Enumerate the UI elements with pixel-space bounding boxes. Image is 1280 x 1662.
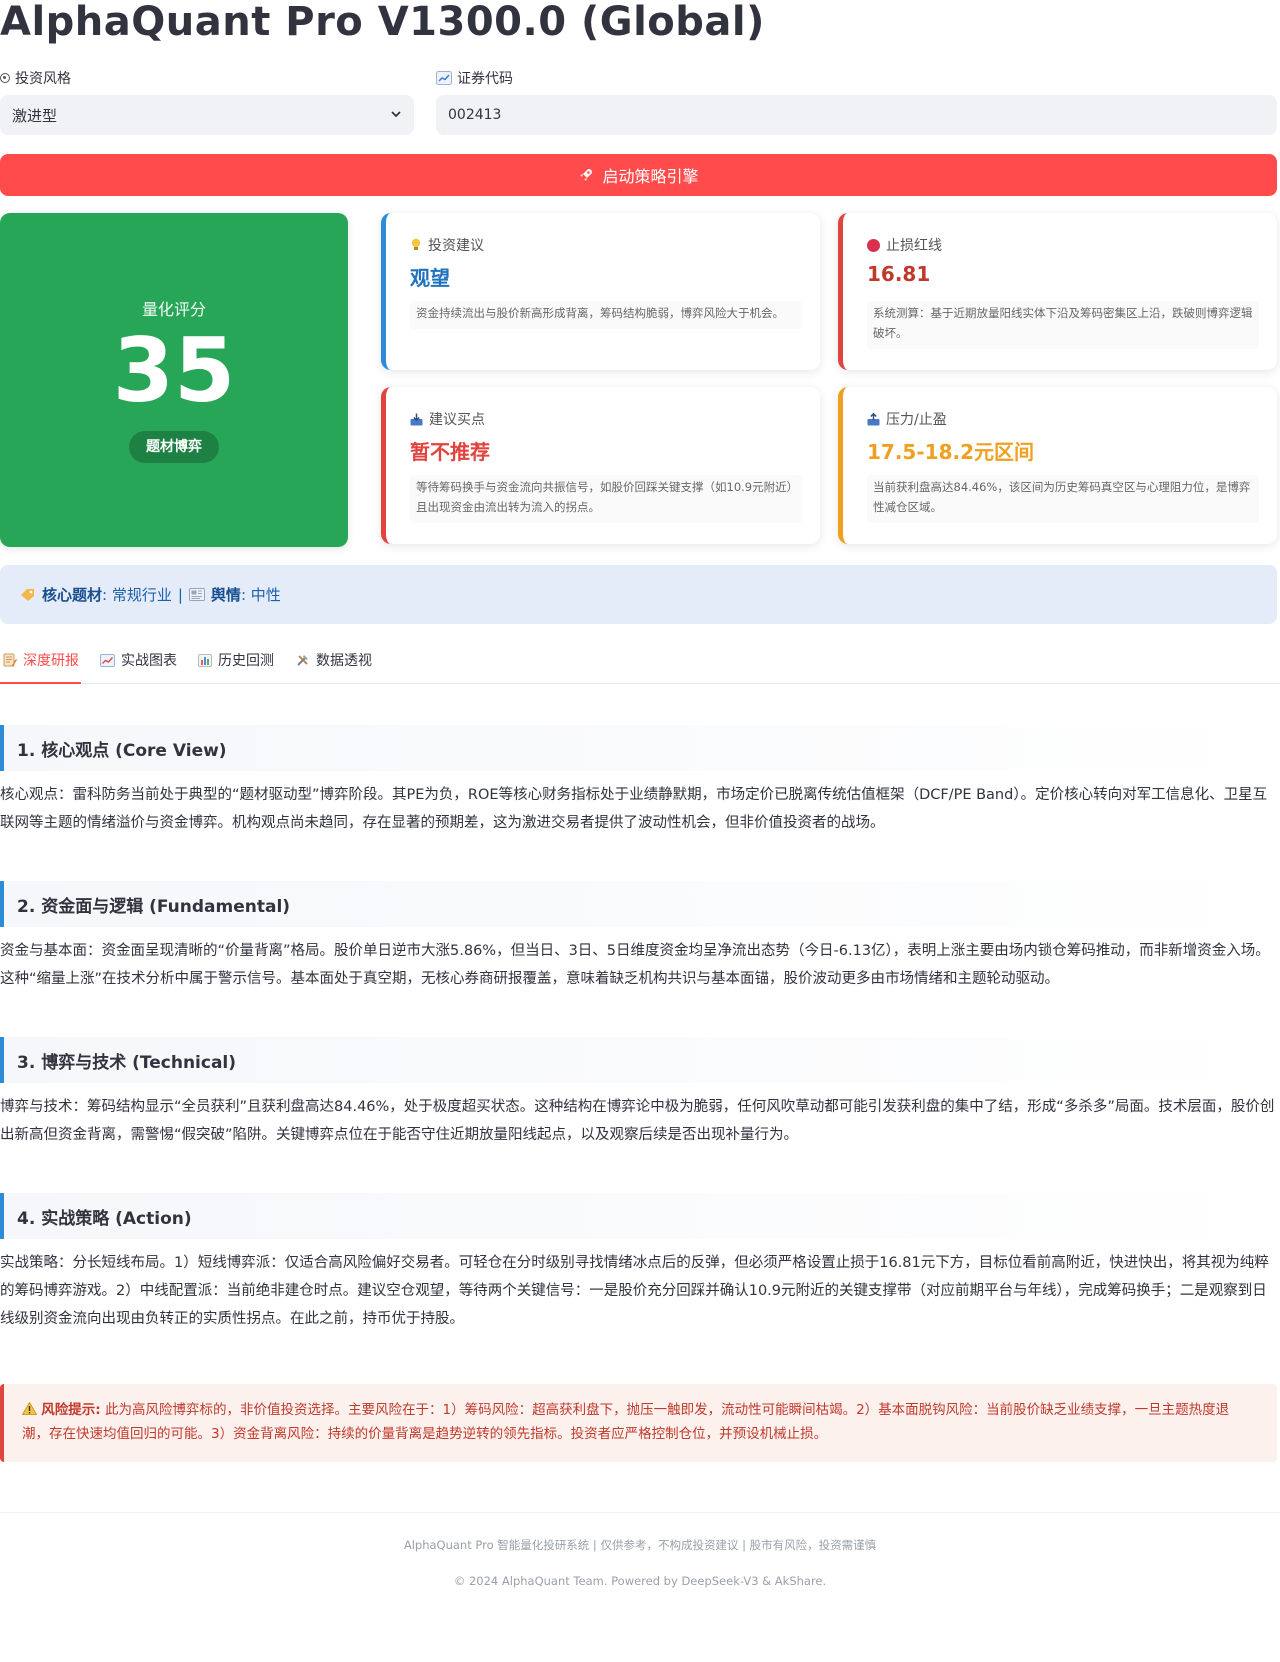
score-card: 量化评分 35 题材博弈 bbox=[0, 213, 348, 547]
stoploss-card: 止损红线 16.81 系统测算：基于近期放量阳线实体下沿及筹码密集区上沿，跌破则… bbox=[838, 213, 1277, 370]
resistance-card-desc: 当前获利盘高达84.46%，该区间为历史筹码真空区与心理阻力位，是博弈性减仓区域… bbox=[867, 475, 1259, 523]
target-icon bbox=[0, 73, 10, 83]
advice-card: 投资建议 观望 资金持续流出与股价新高形成背离，筹码结构脆弱，博弈风险大于机会。 bbox=[381, 213, 820, 370]
sentiment-value: 中性 bbox=[250, 586, 281, 604]
sentiment-label: 舆情 bbox=[210, 586, 241, 604]
chevron-down-icon bbox=[391, 111, 401, 118]
style-select-value: 激进型 bbox=[12, 106, 58, 125]
topic-banner: 核心题材: 常规行业 | 舆情: 中性 bbox=[0, 565, 1277, 624]
risk-warning-box: 风险提示: 此为高风险博弈标的，非价值投资选择。主要风险在于：1）筹码风险：超高… bbox=[0, 1384, 1277, 1462]
chart-icon bbox=[436, 71, 452, 85]
risk-warning-text: 此为高风险博弈标的，非价值投资选择。主要风险在于：1）筹码风险：超高获利盘下，抛… bbox=[22, 1402, 1230, 1442]
app-page: AlphaQuant Pro V1300.0 (Global) 投资风格 激进型… bbox=[0, 0, 1280, 1662]
risk-warning-label: 风险提示: bbox=[41, 1402, 101, 1418]
newspaper-icon bbox=[188, 588, 205, 601]
tab-data-pivot-label: 数据透视 bbox=[316, 653, 372, 669]
style-label: 投资风格 bbox=[0, 68, 71, 88]
tab-deep-report-label: 深度研报 bbox=[23, 653, 79, 669]
footer-divider bbox=[0, 1512, 1280, 1513]
lightbulb-icon bbox=[411, 238, 421, 250]
buy-point-card-title: 建议买点 bbox=[429, 412, 485, 428]
tab-bar: 深度研报 实战图表 历史回测 数据透视 bbox=[0, 640, 1280, 684]
advice-card-value: 观望 bbox=[410, 266, 450, 290]
section-core-view-body: 核心观点：雷科防务当前处于典型的“题材驱动型”博弈阶段。其PE为负，ROE等核心… bbox=[0, 787, 1268, 831]
warning-icon bbox=[21, 1401, 38, 1415]
code-label-text: 证券代码 bbox=[457, 71, 513, 87]
run-strategy-button[interactable]: 启动策略引擎 bbox=[0, 154, 1277, 196]
advice-card-head: 投资建议 bbox=[410, 235, 484, 255]
section-core-view-title: 1. 核心观点 (Core View) bbox=[0, 725, 1277, 771]
tag-icon bbox=[21, 588, 34, 601]
code-input-value: 002413 bbox=[448, 107, 502, 123]
resistance-card-value: 17.5-18.2元区间 bbox=[867, 440, 1034, 464]
core-topic-colon: : bbox=[102, 585, 112, 604]
score-value: 35 bbox=[112, 319, 236, 422]
buy-point-card-value: 暂不推荐 bbox=[410, 440, 490, 464]
sentiment-colon: : bbox=[240, 585, 251, 604]
buy-point-card: 建议买点 暂不推荐 等待筹码换手与资金流向共振信号，如股价回踩关键支撑（如10.… bbox=[381, 387, 820, 544]
tab-deep-report[interactable]: 深度研报 bbox=[3, 650, 79, 670]
tab-charts-label: 实战图表 bbox=[121, 653, 177, 669]
tab-backtest[interactable]: 历史回测 bbox=[198, 650, 274, 670]
tools-icon bbox=[297, 655, 308, 666]
resistance-card-head: 压力/止盈 bbox=[867, 409, 947, 429]
section-fundamental-title: 2. 资金面与逻辑 (Fundamental) bbox=[0, 881, 1277, 927]
rocket-icon bbox=[580, 169, 593, 181]
score-label: 量化评分 bbox=[141, 300, 206, 319]
section-action-title: 4. 实战策略 (Action) bbox=[0, 1193, 1277, 1239]
advice-card-desc: 资金持续流出与股价新高形成背离，筹码结构脆弱，博弈风险大于机会。 bbox=[410, 301, 802, 329]
memo-icon bbox=[3, 653, 17, 667]
inbox-tray-icon bbox=[410, 413, 423, 425]
app-title: AlphaQuant Pro V1300.0 (Global) bbox=[0, 0, 765, 45]
resistance-card: 压力/止盈 17.5-18.2元区间 当前获利盘高达84.46%，该区间为历史筹… bbox=[838, 387, 1277, 544]
section-technical-body: 博弈与技术：筹码结构显示“全员获利”且获利盘高达84.46%，处于极度超买状态。… bbox=[0, 1099, 1275, 1143]
stoploss-card-desc: 系统测算：基于近期放量阳线实体下沿及筹码密集区上沿，跌破则博弈逻辑破坏。 bbox=[867, 301, 1259, 349]
core-topic-value: 常规行业 bbox=[111, 586, 172, 604]
advice-card-title: 投资建议 bbox=[428, 238, 484, 254]
buy-point-card-head: 建议买点 bbox=[410, 409, 485, 429]
core-topic-label: 核心题材 bbox=[42, 586, 103, 604]
chart-increasing-icon bbox=[100, 653, 115, 667]
footer-disclaimer: AlphaQuant Pro 智能量化投研系统 | 仅供参考，不构成投资建议 |… bbox=[403, 1538, 877, 1552]
tab-data-pivot[interactable]: 数据透视 bbox=[296, 650, 372, 670]
tab-backtest-label: 历史回测 bbox=[218, 653, 274, 669]
footer-copyright: © 2024 AlphaQuant Team. Powered by DeepS… bbox=[453, 1574, 827, 1588]
bar-chart-icon bbox=[198, 653, 212, 667]
red-circle-icon bbox=[867, 238, 880, 252]
code-input[interactable]: 002413 bbox=[436, 95, 1277, 135]
score-badge: 题材博弈 bbox=[129, 431, 219, 463]
outbox-tray-icon bbox=[867, 412, 880, 425]
code-label: 证券代码 bbox=[436, 68, 513, 88]
active-tab-indicator bbox=[0, 682, 81, 684]
topic-separator: | bbox=[177, 585, 183, 604]
style-label-text: 投资风格 bbox=[15, 71, 71, 87]
stoploss-card-head: 止损红线 bbox=[867, 235, 942, 255]
stoploss-card-value: 16.81 bbox=[867, 262, 931, 286]
section-technical-title: 3. 博弈与技术 (Technical) bbox=[0, 1037, 1277, 1083]
stoploss-card-title: 止损红线 bbox=[886, 238, 942, 254]
tab-charts[interactable]: 实战图表 bbox=[100, 650, 177, 670]
buy-point-card-desc: 等待筹码换手与资金流向共振信号，如股价回踩关键支撑（如10.9元附近）且出现资金… bbox=[410, 475, 802, 523]
run-strategy-label: 启动策略引擎 bbox=[602, 167, 699, 186]
section-fundamental-body: 资金与基本面：资金面呈现清晰的“价量背离”格局。股价单日逆市大涨5.86%，但当… bbox=[0, 943, 1270, 987]
style-select[interactable]: 激进型 bbox=[0, 95, 414, 135]
section-action-body: 实战策略：分长短线布局。1）短线博弈派：仅适合高风险偏好交易者。可轻仓在分时级别… bbox=[0, 1255, 1269, 1327]
resistance-card-title: 压力/止盈 bbox=[886, 412, 947, 428]
